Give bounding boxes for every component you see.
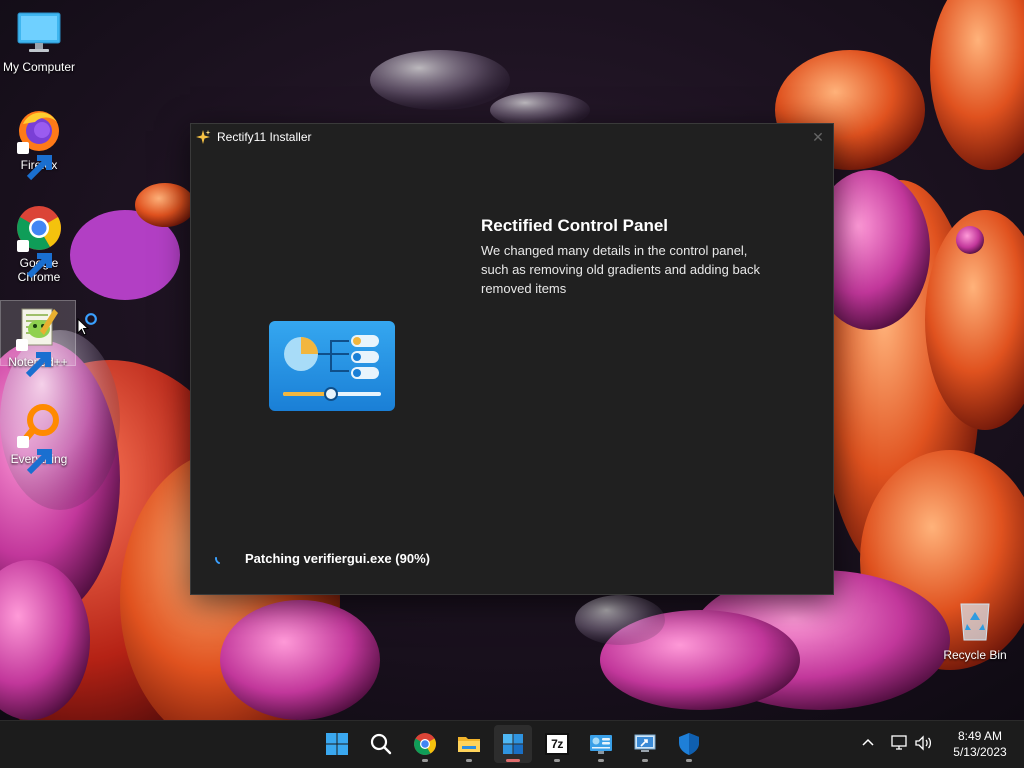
clock[interactable]: 8:49 AM 5/13/2023 bbox=[945, 728, 1015, 760]
shield-icon bbox=[679, 733, 699, 755]
taskbar-control-panel-button[interactable] bbox=[582, 725, 620, 763]
running-indicator bbox=[422, 759, 428, 762]
taskbar-chrome-button[interactable] bbox=[406, 725, 444, 763]
chrome-icon bbox=[414, 733, 436, 755]
clock-time: 8:49 AM bbox=[957, 729, 1003, 743]
windows-logo-icon bbox=[326, 733, 348, 755]
running-indicator bbox=[506, 759, 520, 762]
search-icon bbox=[370, 733, 392, 755]
desktop-icon-label: Recycle Bin bbox=[943, 648, 1007, 662]
desktop-icon-firefox[interactable]: Firefox bbox=[1, 106, 77, 181]
feature-description: We changed many details in the control p… bbox=[481, 243, 760, 296]
recycle-bin-icon bbox=[960, 603, 990, 641]
installer-window: Rectify11 Installer ✕ Rectified Control … bbox=[190, 123, 834, 595]
desktop-icon-google-chrome[interactable]: Google Chrome bbox=[1, 204, 77, 284]
taskbar-file-explorer-button[interactable] bbox=[450, 725, 488, 763]
control-panel-icon bbox=[590, 735, 612, 754]
feature-title: Rectified Control Panel bbox=[481, 216, 669, 235]
monitor-icon bbox=[17, 12, 61, 52]
desktop-icon-label: My Computer bbox=[2, 60, 76, 74]
volume-icon[interactable] bbox=[914, 734, 934, 752]
shortcut-arrow-icon bbox=[16, 339, 51, 378]
desktop-icon-everything[interactable]: Everything bbox=[1, 400, 77, 475]
mouse-pointer-icon bbox=[77, 318, 89, 336]
shortcut-arrow-icon bbox=[17, 240, 52, 279]
desktop-icon-my-computer[interactable]: My Computer bbox=[1, 8, 77, 74]
7zip-icon: 7z bbox=[545, 733, 569, 755]
desktop-icon-recycle-bin[interactable]: Recycle Bin bbox=[937, 596, 1013, 662]
installer-icon bbox=[503, 734, 523, 754]
control-panel-illustration-icon bbox=[269, 321, 395, 411]
running-indicator bbox=[554, 759, 560, 762]
progress-spinner-icon bbox=[215, 557, 220, 564]
taskbar-windows-security-button[interactable] bbox=[670, 725, 708, 763]
folder-icon bbox=[458, 737, 480, 752]
clock-date: 5/13/2023 bbox=[953, 745, 1007, 759]
running-indicator bbox=[598, 759, 604, 762]
title-bar[interactable]: Rectify11 Installer ✕ bbox=[191, 124, 833, 150]
shortcut-arrow-icon bbox=[17, 436, 52, 475]
taskbar-remote-desktop-button[interactable] bbox=[626, 725, 664, 763]
network-icon[interactable] bbox=[890, 734, 908, 752]
running-indicator bbox=[686, 759, 692, 762]
taskbar-7zip-button[interactable]: 7z bbox=[538, 725, 576, 763]
status-text: Patching verifiergui.exe (90%) bbox=[245, 551, 430, 566]
show-hidden-icons-chevron-icon[interactable] bbox=[859, 734, 877, 752]
window-title: Rectify11 Installer bbox=[217, 130, 312, 144]
search-button[interactable] bbox=[362, 725, 400, 763]
7zip-icon-text: 7z bbox=[551, 737, 563, 751]
taskbar-rectify11-installer-button[interactable] bbox=[494, 725, 532, 763]
running-indicator bbox=[466, 759, 472, 762]
running-indicator bbox=[642, 759, 648, 762]
shortcut-arrow-icon bbox=[17, 142, 52, 181]
start-button[interactable] bbox=[318, 725, 356, 763]
close-button[interactable]: ✕ bbox=[809, 128, 827, 146]
remote-desktop-icon bbox=[634, 734, 656, 752]
desktop-icon-notepadpp[interactable]: Notepad++ bbox=[0, 300, 76, 378]
sparkle-icon bbox=[196, 130, 211, 144]
